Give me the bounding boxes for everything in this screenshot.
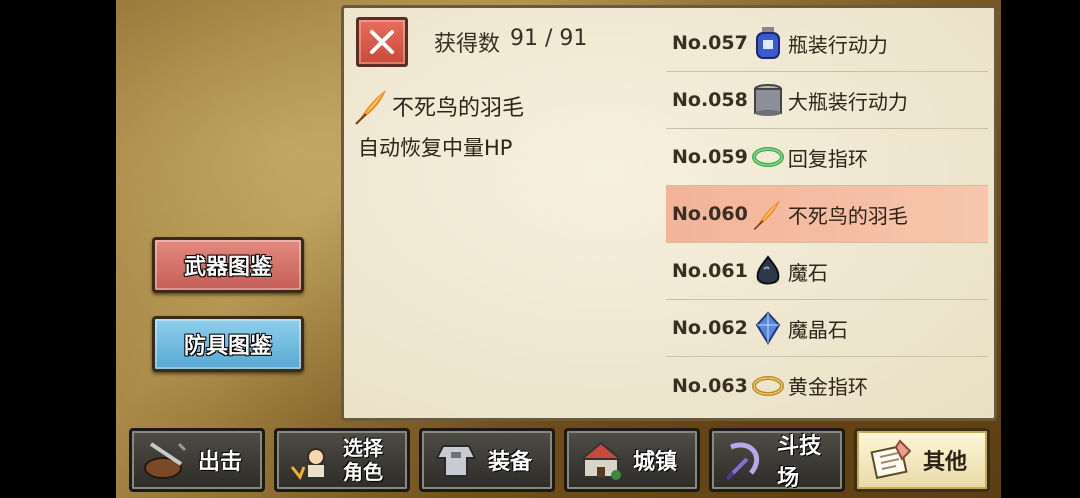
item-name: 瓶装行动力 <box>787 32 888 57</box>
phoenix-feather-icon <box>750 196 786 232</box>
scroll-icon <box>863 434 919 486</box>
green-ring-icon <box>750 139 786 175</box>
item-name: 不死鸟的羽毛 <box>787 203 908 228</box>
phoenix-feather-icon <box>355 90 386 125</box>
dark-stone-icon <box>750 253 786 289</box>
nav-character-button[interactable]: 选择 角色 <box>274 428 410 492</box>
nav-town-label: 城镇 <box>633 450 678 475</box>
item-number: No.062 <box>672 317 748 339</box>
list-item[interactable]: No.063 黄金指环 <box>666 357 988 414</box>
close-button[interactable] <box>356 17 408 67</box>
item-number: No.057 <box>672 32 748 54</box>
item-number: No.058 <box>672 89 748 111</box>
item-catalog-panel: 获得数 91 / 91 不死鸟的羽毛 自动恢复中量HP No.057 瓶装行动力… <box>341 5 997 421</box>
nav-character-label-line1: 选择 <box>343 436 383 460</box>
town-icon <box>573 434 629 486</box>
nav-equipment-label: 装备 <box>488 450 533 475</box>
count-value: 91 / 91 <box>510 26 588 51</box>
large-jar-icon <box>750 82 786 118</box>
item-number: No.063 <box>672 374 748 397</box>
item-name: 回复指环 <box>787 146 868 171</box>
armor-icon <box>428 434 484 486</box>
gold-ring-icon <box>750 368 786 404</box>
nav-arena-label: 斗技场 <box>777 434 822 491</box>
nav-character-label-line2: 角色 <box>343 460 383 484</box>
nav-town-button[interactable]: 城镇 <box>564 428 700 492</box>
list-item[interactable]: No.057 瓶装行动力 <box>666 15 988 72</box>
nav-equipment-button[interactable]: 装备 <box>419 428 555 492</box>
item-number: No.060 <box>672 203 748 225</box>
item-name: 大瓶装行动力 <box>787 89 908 114</box>
character-icon <box>283 434 339 486</box>
arena-icon <box>718 434 773 486</box>
blue-bottle-icon <box>750 25 786 61</box>
item-name: 魔晶石 <box>787 317 848 342</box>
selected-item: 不死鸟的羽毛 <box>352 86 524 126</box>
item-number: No.059 <box>672 146 748 168</box>
armor-catalog-button[interactable]: 防具图鉴 <box>152 316 304 372</box>
selected-item-description: 自动恢复中量HP <box>358 136 513 160</box>
item-number: No.061 <box>672 260 748 282</box>
list-item[interactable]: No.062 魔晶石 <box>666 300 988 357</box>
item-name: 黄金指环 <box>787 375 868 399</box>
count-label: 获得数 <box>434 32 501 57</box>
list-item[interactable]: No.059 回复指环 <box>666 129 988 186</box>
weapons-catalog-button[interactable]: 武器图鉴 <box>152 237 304 293</box>
nav-arena-button[interactable]: 斗技场 <box>709 428 845 492</box>
sortie-icon <box>138 434 194 486</box>
nav-sortie-label: 出击 <box>198 450 243 475</box>
selected-item-name: 不死鸟的羽毛 <box>392 96 525 121</box>
nav-other-label: 其他 <box>923 450 968 475</box>
list-item[interactable]: No.058 大瓶装行动力 <box>666 72 988 129</box>
nav-character-label: 选择 角色 <box>343 436 383 484</box>
list-item-selected[interactable]: No.060 不死鸟的羽毛 <box>666 186 988 243</box>
list-item[interactable]: No.061 魔石 <box>666 243 988 300</box>
item-name: 魔石 <box>787 260 828 285</box>
blue-crystal-icon <box>750 310 786 346</box>
nav-other-button[interactable]: 其他 <box>854 428 990 492</box>
item-list: No.057 瓶装行动力 No.058 大瓶装行动力 No.059 回复指环 N… <box>666 15 988 414</box>
screen-edge <box>1001 0 1080 498</box>
close-icon <box>370 30 394 54</box>
collection-count: 获得数 91 / 91 <box>434 26 587 58</box>
nav-sortie-button[interactable]: 出击 <box>129 428 265 492</box>
